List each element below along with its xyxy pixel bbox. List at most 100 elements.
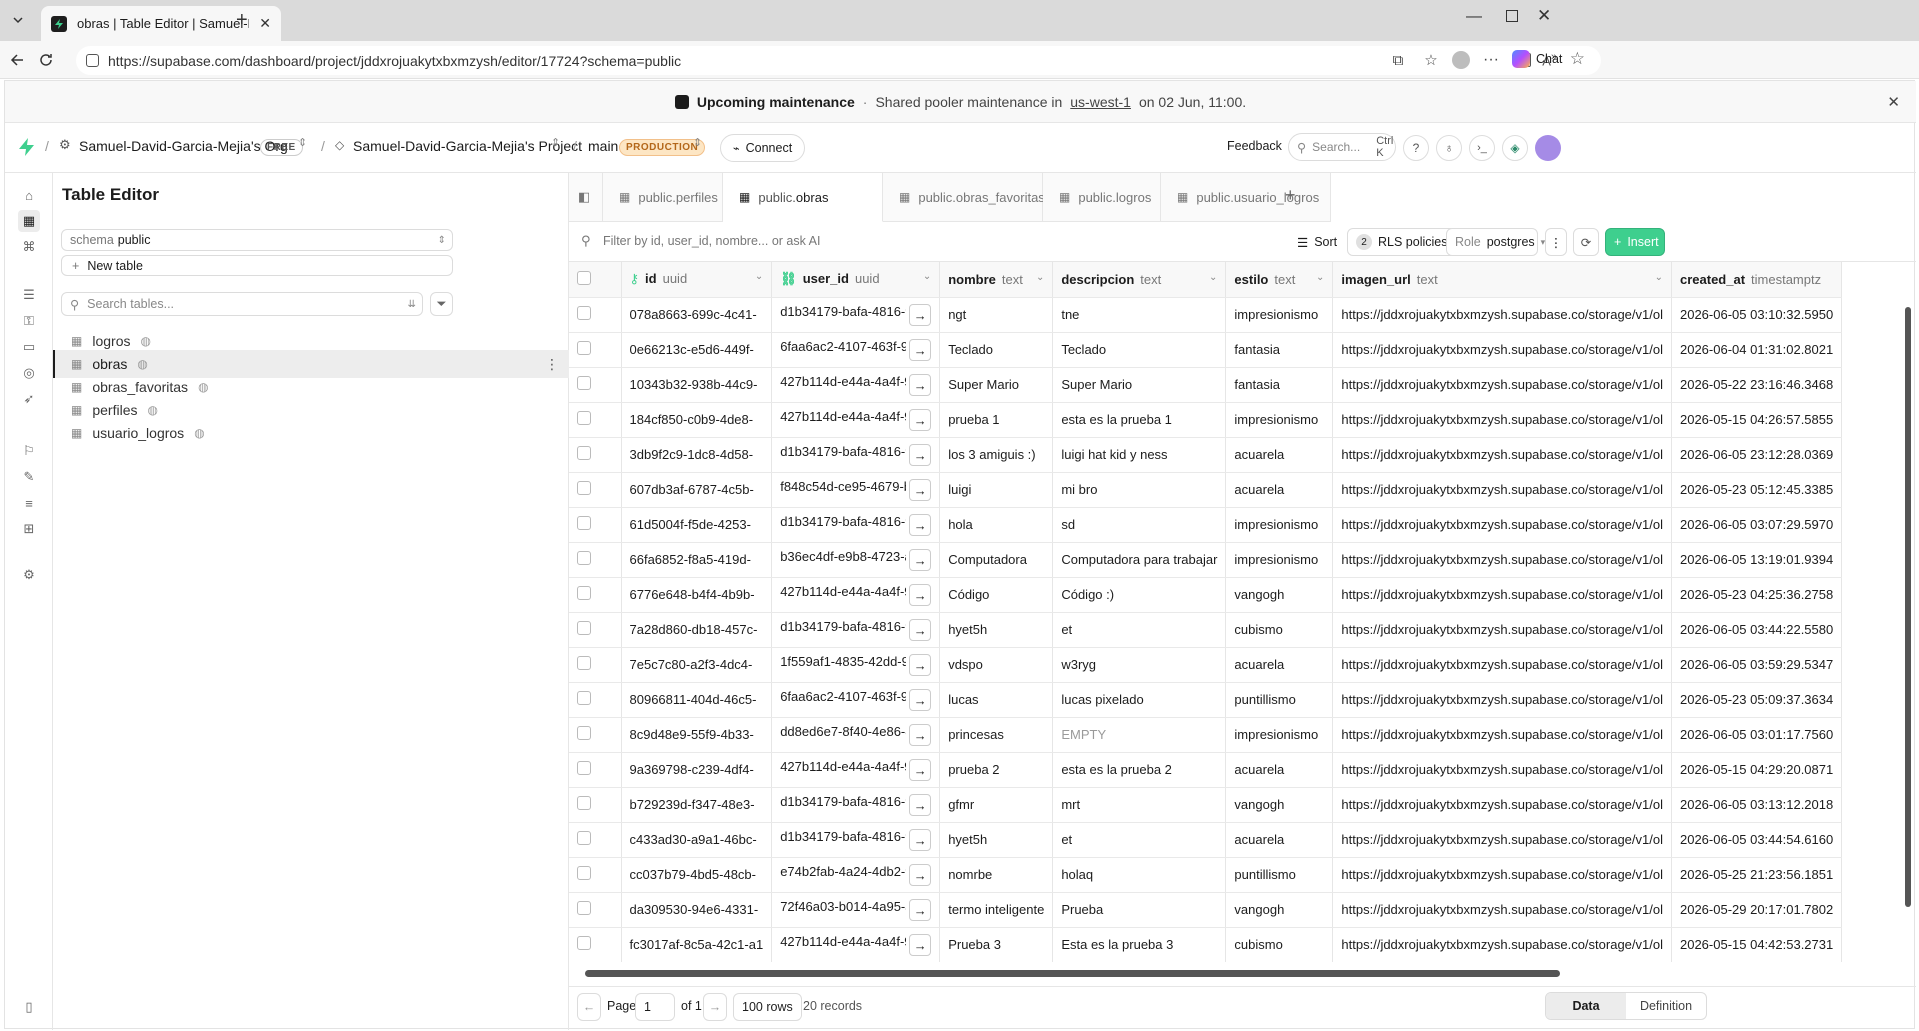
- cell-user_id[interactable]: 72f46a03-b014-4a95-a33...→: [771, 892, 941, 928]
- tab-list-button[interactable]: [8, 10, 28, 30]
- cell-id[interactable]: 10343b32-938b-44c9-: [621, 367, 773, 403]
- cell-imagen_url[interactable]: https://jddxrojuakytxbxmzysh.supabase.co…: [1332, 577, 1672, 613]
- cell-created_at[interactable]: 2026-05-15 04:29:20.0871: [1671, 752, 1843, 788]
- arrow-right-icon[interactable]: →: [909, 654, 932, 676]
- row-select-cell[interactable]: [569, 437, 622, 473]
- cell-estilo[interactable]: vangogh: [1225, 787, 1334, 823]
- cell-estilo[interactable]: cubismo: [1225, 612, 1334, 648]
- insert-button[interactable]: + Insert: [1605, 228, 1665, 256]
- row-select-cell[interactable]: [569, 542, 622, 578]
- cell-imagen_url[interactable]: https://jddxrojuakytxbxmzysh.supabase.co…: [1332, 787, 1672, 823]
- new-tab-button[interactable]: +: [236, 9, 248, 32]
- cell-created_at[interactable]: 2026-06-05 03:10:32.5950: [1671, 297, 1843, 333]
- row-select-cell[interactable]: [569, 857, 622, 893]
- cell-estilo[interactable]: acuarela: [1225, 752, 1334, 788]
- branch-switch-chevron-icon[interactable]: ⇕: [693, 136, 702, 149]
- row-select-cell[interactable]: [569, 402, 622, 438]
- cell-user_id[interactable]: d1b34179-bafa-4816-97ac...→: [771, 787, 941, 823]
- table-row[interactable]: 0e66213c-e5d6-449f- 6faa6ac2-4107-463f-90…: [569, 332, 1843, 368]
- refresh-button[interactable]: ⟳: [1573, 228, 1599, 256]
- arrow-right-icon[interactable]: →: [909, 724, 932, 746]
- cell-estilo[interactable]: vangogh: [1225, 892, 1334, 928]
- integrations-icon[interactable]: ⊞: [18, 518, 40, 540]
- column-menu-chevron-icon[interactable]: ⌄: [923, 271, 931, 282]
- row-select-cell[interactable]: [569, 577, 622, 613]
- table-row[interactable]: cc037b79-4bd5-48cb-e74b2fab-4a24-4db2-9c…: [569, 857, 1843, 893]
- cell-descripcion[interactable]: lucas pixelado: [1052, 682, 1227, 718]
- row-checkbox[interactable]: [577, 761, 591, 775]
- table-row[interactable]: 9a369798-c239-4df4- 427b114d-e44a-4a4f-92…: [569, 752, 1843, 788]
- back-arrow-icon[interactable]: [8, 51, 26, 69]
- row-select-cell[interactable]: [569, 787, 622, 823]
- row-select-cell[interactable]: [569, 752, 622, 788]
- cell-user_id[interactable]: d1b34179-bafa-4816-97ac...→: [771, 612, 941, 648]
- arrow-right-icon[interactable]: →: [909, 374, 932, 396]
- row-checkbox[interactable]: [577, 831, 591, 845]
- cell-nombre[interactable]: termo inteligente: [939, 892, 1054, 928]
- column-header-imagen_url[interactable]: imagen_url text ⌄: [1332, 262, 1672, 298]
- arrow-right-icon[interactable]: →: [909, 304, 932, 326]
- arrow-right-icon[interactable]: →: [909, 479, 932, 501]
- table-row[interactable]: 10343b32-938b-44c9- 427b114d-e44a-4a4f-92…: [569, 367, 1843, 403]
- row-checkbox[interactable]: [577, 376, 591, 390]
- cell-nombre[interactable]: princesas: [939, 717, 1054, 753]
- cell-nombre[interactable]: hyet5h: [939, 612, 1054, 648]
- row-select-cell[interactable]: [569, 472, 622, 508]
- cell-imagen_url[interactable]: https://jddxrojuakytxbxmzysh.supabase.co…: [1332, 752, 1672, 788]
- column-header-created_at[interactable]: created_at timestamptz: [1671, 262, 1843, 298]
- cell-descripcion[interactable]: Prueba: [1052, 892, 1227, 928]
- role-selector[interactable]: Role postgres ▾: [1446, 228, 1545, 256]
- cell-created_at[interactable]: 2026-06-05 03:13:12.2018: [1671, 787, 1843, 823]
- data-view-button[interactable]: Data: [1546, 993, 1626, 1019]
- cell-created_at[interactable]: 2026-06-05 03:59:29.5347: [1671, 647, 1843, 683]
- close-banner-icon[interactable]: ✕: [1887, 93, 1900, 111]
- cell-id[interactable]: 8c9d48e9-55f9-4b33-: [621, 717, 773, 753]
- column-header-descripcion[interactable]: descripcion text ⌄: [1052, 262, 1227, 298]
- vertical-scrollbar[interactable]: [1902, 299, 1914, 959]
- cell-id[interactable]: 3db9f2c9-1dc8-4d58-: [621, 437, 773, 473]
- row-select-cell[interactable]: [569, 822, 622, 858]
- table-row[interactable]: 7a28d860-db18-457c-d1b34179-bafa-4816-97…: [569, 612, 1843, 648]
- cell-created_at[interactable]: 2026-05-25 21:23:56.1851: [1671, 857, 1843, 893]
- cell-nombre[interactable]: gfmr: [939, 787, 1054, 823]
- row-checkbox[interactable]: [577, 481, 591, 495]
- cell-estilo[interactable]: impresionismo: [1225, 402, 1334, 438]
- filter-input[interactable]: Filter by id, user_id, nombre... or ask …: [603, 234, 820, 248]
- minimize-window-button[interactable]: —: [1466, 8, 1482, 26]
- advisor-icon[interactable]: ♁: [1436, 135, 1462, 161]
- cell-descripcion[interactable]: Teclado: [1052, 332, 1227, 368]
- logs-icon[interactable]: ≡: [18, 492, 40, 514]
- cell-imagen_url[interactable]: https://jddxrojuakytxbxmzysh.supabase.co…: [1332, 437, 1672, 473]
- cell-id[interactable]: fc3017af-8c5a-42c1-a1: [621, 927, 773, 962]
- next-page-button[interactable]: →: [703, 993, 727, 1021]
- column-menu-chevron-icon[interactable]: ⌄: [1036, 272, 1044, 283]
- cell-descripcion[interactable]: tne: [1052, 297, 1227, 333]
- tab-obras_favoritas[interactable]: ▦ public.obras_favoritas: [883, 173, 1045, 222]
- database-icon[interactable]: ☰: [18, 284, 40, 306]
- cell-estilo[interactable]: acuarela: [1225, 437, 1334, 473]
- toggle-sidebar-button[interactable]: ◧: [569, 173, 603, 222]
- column-menu-chevron-icon[interactable]: ⌄: [755, 271, 763, 282]
- tab-obras[interactable]: ▦ public.obras: [723, 173, 883, 222]
- cell-id[interactable]: 0e66213c-e5d6-449f-: [621, 332, 773, 368]
- horizontal-scrollbar[interactable]: [577, 968, 1897, 980]
- cell-estilo[interactable]: puntillismo: [1225, 857, 1334, 893]
- cell-user_id[interactable]: 427b114d-e44a-4a4f-9239...→: [771, 367, 941, 403]
- arrow-right-icon[interactable]: →: [909, 759, 932, 781]
- arrow-right-icon[interactable]: →: [909, 549, 932, 571]
- more-options-button[interactable]: ⋮: [1545, 228, 1567, 256]
- cell-user_id[interactable]: f848c54d-ce95-4679-b41...→: [771, 472, 941, 508]
- arrow-right-icon[interactable]: →: [909, 619, 932, 641]
- row-select-cell[interactable]: [569, 927, 622, 962]
- row-select-cell[interactable]: [569, 717, 622, 753]
- tab-perfiles[interactable]: ▦ public.perfiles: [603, 173, 723, 222]
- row-select-cell[interactable]: [569, 612, 622, 648]
- cell-user_id[interactable]: dd8ed6e7-8f40-4e86-8bff...→: [771, 717, 941, 753]
- row-select-cell[interactable]: [569, 892, 622, 928]
- cell-user_id[interactable]: 427b114d-e44a-4a4f-9239...→: [771, 402, 941, 438]
- cell-imagen_url[interactable]: https://jddxrojuakytxbxmzysh.supabase.co…: [1332, 402, 1672, 438]
- rows-per-page-select[interactable]: 100 rows: [733, 993, 802, 1021]
- row-select-cell[interactable]: [569, 332, 622, 368]
- cell-descripcion[interactable]: mrt: [1052, 787, 1227, 823]
- cell-created_at[interactable]: 2026-05-23 04:25:36.2758: [1671, 577, 1843, 613]
